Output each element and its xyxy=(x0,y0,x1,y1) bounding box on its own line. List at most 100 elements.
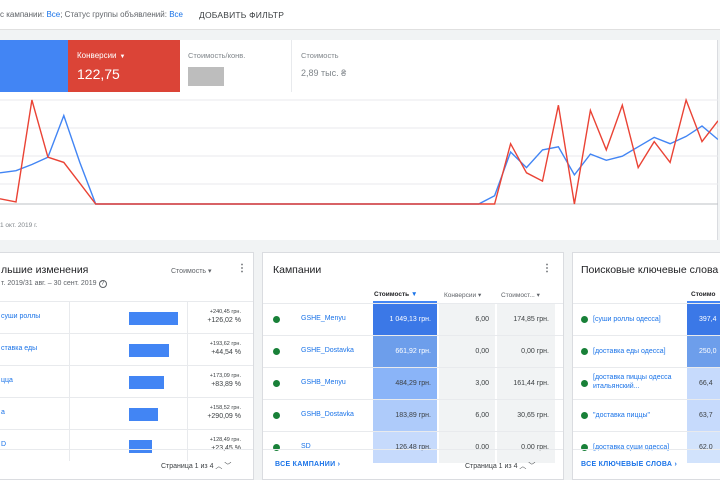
status-enabled-icon xyxy=(273,316,280,323)
column-divider xyxy=(187,334,188,365)
change-bar xyxy=(129,376,164,389)
pager-label: Страница 1 из 4 xyxy=(465,463,518,470)
all-campaigns-label: ВСЕ КАМПАНИИ xyxy=(275,461,336,468)
keyword-cost-cell: 66,4 xyxy=(687,368,720,399)
campaign-row[interactable]: GSHE_Menyu 1 049,13 грн. 6,00 174,85 грн. xyxy=(263,303,563,335)
date-range-label: т. 2019/31 авг. – 30 сент. 2019? xyxy=(1,280,107,288)
dropdown-arrow-icon: ▾ xyxy=(208,268,212,275)
campaign-filter-value: Все xyxy=(46,10,61,19)
change-row[interactable]: цца +173,09 грн. +83,89 % xyxy=(0,365,253,397)
metric-tile-cost-per-conv[interactable]: Стоимость/конв. xyxy=(180,40,292,92)
cost-per-conv-placeholder xyxy=(188,67,224,86)
keyword-link[interactable]: "доставка пиццы" xyxy=(593,411,685,420)
keyword-cost-cell: 63,7 xyxy=(687,400,720,431)
campaign-cost-per-conv-cell: 174,85 грн. xyxy=(497,304,555,335)
change-row-name[interactable]: суши роллы xyxy=(1,313,40,320)
help-icon[interactable]: ? xyxy=(98,280,107,288)
more-options-icon[interactable]: ⋮ xyxy=(542,264,552,274)
keyword-link[interactable]: [доставка еды одесса] xyxy=(593,347,685,356)
adgroup-filter-label: ; Статус группы объявлений: xyxy=(60,10,170,19)
keyword-row[interactable]: "доставка пиццы" 63,7 xyxy=(573,399,720,431)
change-row[interactable]: ставка еды +193,62 грн. +44,54 % xyxy=(0,333,253,365)
keyword-row[interactable]: [доставка пиццы одесса итальянский... 66,… xyxy=(573,367,720,399)
chevron-down-icon[interactable]: ﹀ xyxy=(224,463,231,470)
change-abs: +128,49 грн. xyxy=(209,437,241,443)
campaign-row[interactable]: GSHE_Dostavka 661,92 грн. 0,00 0,00 грн. xyxy=(263,335,563,367)
column-divider xyxy=(187,302,188,333)
column-header-cost-per-conv[interactable]: Стоимост... ▾ xyxy=(501,291,540,299)
biggest-changes-card: льшие изменения т. 2019/31 авг. – 30 сен… xyxy=(0,252,254,480)
column-divider xyxy=(69,302,70,333)
chevron-down-icon[interactable]: ﹀ xyxy=(528,463,535,470)
column-header-conversions[interactable]: Конверсии ▾ xyxy=(444,291,481,299)
dropdown-arrow-icon: ▾ xyxy=(477,292,482,299)
keyword-row[interactable]: [суши роллы одесса] 397,4 xyxy=(573,303,720,335)
change-pct: +44,54 % xyxy=(211,349,241,356)
dashboard: с кампании: Все; Статус группы объявлени… xyxy=(0,0,720,480)
change-row-name[interactable]: цца xyxy=(1,377,13,384)
change-abs: +193,62 грн. xyxy=(209,341,241,347)
change-row-name[interactable]: а xyxy=(1,409,5,416)
campaign-row[interactable]: GSHB_Menyu 484,29 грн. 3,00 161,44 грн. xyxy=(263,367,563,399)
all-keywords-label: ВСЕ КЛЮЧЕВЫЕ СЛОВА xyxy=(581,461,673,468)
chevron-up-icon[interactable]: ︿ xyxy=(519,463,526,470)
campaign-name-link[interactable]: GSHB_Dostavka xyxy=(301,411,354,418)
campaigns-footer: ВСЕ КАМПАНИИ › Страница 1 из 4 ︿ ﹀ xyxy=(263,449,563,479)
column-header-cost[interactable]: Стоимо xyxy=(691,291,715,298)
column-header-cost-label: Стоимо xyxy=(691,291,716,298)
column-divider xyxy=(69,398,70,429)
chart-grid xyxy=(0,99,718,205)
campaign-row[interactable]: GSHB_Dostavka 183,89 грн. 6,00 30,65 грн. xyxy=(263,399,563,431)
adgroup-filter-value: Все xyxy=(169,10,183,19)
change-row[interactable]: суши роллы +240,45 грн. +126,02 % xyxy=(0,301,253,333)
campaigns-title: Кампании xyxy=(273,264,322,276)
column-divider xyxy=(69,366,70,397)
column-divider xyxy=(69,334,70,365)
campaign-conversions-cell: 6,00 xyxy=(439,400,495,431)
keyword-link[interactable]: [доставка пиццы одесса итальянский... xyxy=(593,373,685,391)
status-enabled-icon xyxy=(581,380,588,387)
column-divider xyxy=(187,366,188,397)
metric-tile-cost[interactable]: Стоимость 2,89 тыс. ₴ xyxy=(292,40,405,92)
keyword-cost-cell: 397,4 xyxy=(687,304,720,335)
change-bar xyxy=(129,312,178,325)
campaign-name-link[interactable]: GSHB_Menyu xyxy=(301,379,346,386)
campaign-cost-cell: 183,89 грн. xyxy=(373,400,437,431)
change-abs: +158,52 грн. xyxy=(209,405,241,411)
chart-series xyxy=(0,97,718,205)
campaign-cost-cell: 484,29 грн. xyxy=(373,368,437,399)
x-axis-start-label: 1 окт. 2019 г. xyxy=(0,222,38,229)
all-campaigns-link[interactable]: ВСЕ КАМПАНИИ › xyxy=(275,461,340,468)
pager: Страница 1 из 4 ︿ ﹀ xyxy=(161,461,231,471)
more-options-icon[interactable]: ⋮ xyxy=(237,264,247,274)
all-keywords-link[interactable]: ВСЕ КЛЮЧЕВЫЕ СЛОВА › xyxy=(581,461,677,468)
campaign-conversions-cell: 3,00 xyxy=(439,368,495,399)
column-header-cost[interactable]: Стоимость ▼ xyxy=(374,291,417,298)
campaign-name-link[interactable]: GSHE_Menyu xyxy=(301,315,346,322)
change-row-name[interactable]: D xyxy=(1,441,6,448)
campaign-cost-cell: 1 049,13 грн. xyxy=(373,304,437,335)
sort-desc-icon: ▼ xyxy=(410,291,418,298)
metric-tile-conversions[interactable]: Конверсии ▼ 122,75 xyxy=(68,40,180,92)
campaign-status-filter[interactable]: с кампании: Все; Статус группы объявлени… xyxy=(0,10,183,19)
change-row[interactable]: а +158,52 грн. +290,09 % xyxy=(0,397,253,429)
status-enabled-icon xyxy=(273,380,280,387)
dropdown-caret-icon[interactable]: ▼ xyxy=(120,54,126,60)
campaign-conversions-cell: 0,00 xyxy=(439,336,495,367)
pager: Страница 1 из 4 ︿ ﹀ xyxy=(465,461,535,471)
sort-select[interactable]: Стоимость ▾ xyxy=(171,267,212,275)
keyword-link[interactable]: [суши роллы одесса] xyxy=(593,315,685,324)
change-bar xyxy=(129,408,158,421)
campaign-name-link[interactable]: GSHE_Dostavka xyxy=(301,347,354,354)
series-line-conversions xyxy=(0,97,718,205)
change-pct: +83,89 % xyxy=(211,381,241,388)
metric-tile-primary[interactable] xyxy=(0,40,68,92)
change-row-name[interactable]: ставка еды xyxy=(1,345,37,352)
sort-select-label: Стоимость xyxy=(171,268,207,275)
chevron-up-icon[interactable]: ︿ xyxy=(215,463,222,470)
keyword-row[interactable]: [доставка еды одесса] 250,0 xyxy=(573,335,720,367)
keywords-card: Поисковые ключевые слова Стоимо [суши ро… xyxy=(572,252,720,480)
status-enabled-icon xyxy=(581,348,588,355)
campaign-conversions-cell: 6,00 xyxy=(439,304,495,335)
add-filter-button[interactable]: ДОБАВИТЬ ФИЛЬТР xyxy=(199,10,284,20)
